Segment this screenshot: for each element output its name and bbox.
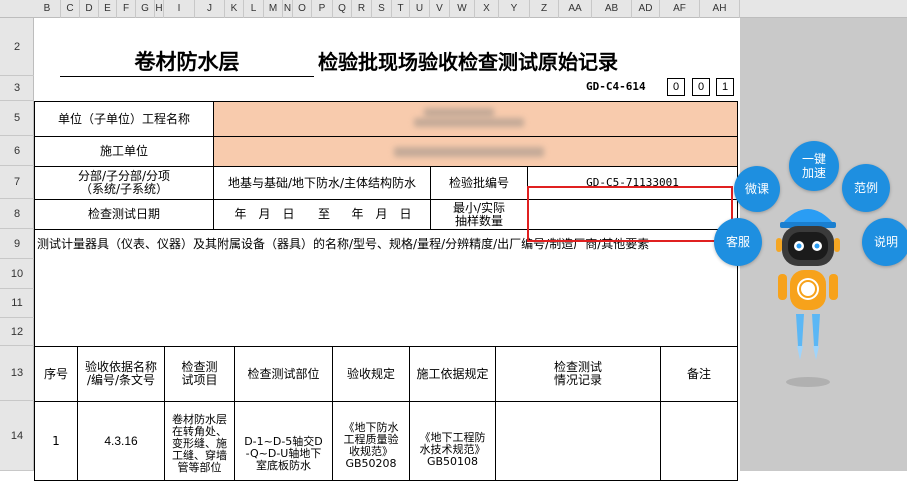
header-acceptance: 验收规定 bbox=[332, 346, 410, 402]
fanli-button[interactable]: 范例 bbox=[842, 164, 890, 212]
column-header-cell[interactable]: C bbox=[61, 0, 80, 18]
robot-mascot-icon[interactable] bbox=[768, 196, 848, 396]
row1-location[interactable]: D-1~D-5轴交D -Q~D-U轴地下 室底板防水 bbox=[234, 401, 333, 481]
column-header-cell[interactable]: Y bbox=[499, 0, 530, 18]
date-to[interactable]: 年 月 日 bbox=[333, 199, 431, 230]
column-header-cell[interactable]: S bbox=[372, 0, 392, 18]
jiasu-button[interactable]: 一键 加速 bbox=[789, 141, 839, 191]
row-header-cell[interactable]: 12 bbox=[0, 318, 34, 346]
page-title-right: 检验批现场验收检查测试原始记录 bbox=[318, 50, 618, 74]
unit-project-value[interactable] bbox=[213, 101, 738, 137]
unit-project-label: 单位（子单位）工程名称 bbox=[34, 101, 214, 137]
column-header-cell[interactable]: R bbox=[352, 0, 372, 18]
form-code-digit-3[interactable]: 1 bbox=[716, 78, 734, 96]
column-header-cell[interactable]: X bbox=[475, 0, 499, 18]
column-header-cell[interactable]: U bbox=[410, 0, 430, 18]
column-header-cell[interactable]: V bbox=[430, 0, 450, 18]
date-from[interactable]: 年 月 日 bbox=[213, 199, 315, 230]
header-check-item: 检查测 试项目 bbox=[164, 346, 235, 402]
header-basis-name: 验收依据名称 /编号/条文号 bbox=[77, 346, 165, 402]
column-header-cell[interactable]: O bbox=[293, 0, 312, 18]
column-header-cell[interactable]: B bbox=[34, 0, 61, 18]
redacted-text bbox=[414, 118, 524, 127]
column-header-cell[interactable]: F bbox=[117, 0, 136, 18]
column-header-cell[interactable]: W bbox=[450, 0, 475, 18]
construction-unit-label: 施工单位 bbox=[34, 136, 214, 167]
instrument-description[interactable]: 测试计量器具（仪表、仪器）及其附属设备（器具）的名称/型号、规格/量程/分辨精度… bbox=[34, 229, 738, 347]
date-label: 检查测试日期 bbox=[34, 199, 214, 230]
column-header-cell[interactable]: P bbox=[312, 0, 333, 18]
row1-record[interactable] bbox=[495, 401, 661, 481]
row-header-bar: 2 3 5 6 7 8 9 10 11 12 13 14 bbox=[0, 18, 34, 471]
title-underline bbox=[60, 76, 314, 77]
column-header-cell[interactable]: AD bbox=[632, 0, 660, 18]
column-header-cell[interactable]: M bbox=[264, 0, 283, 18]
date-to-label: 至 bbox=[314, 199, 334, 230]
form-code-digit-1[interactable]: 0 bbox=[667, 78, 685, 96]
column-header-cell[interactable]: AF bbox=[660, 0, 700, 18]
column-header-bar: B C D E F G H I J K L M N O P Q R S T U V W X Y Z AA AB AD AF AH bbox=[0, 0, 907, 18]
header-location: 检查测试部位 bbox=[234, 346, 333, 402]
header-seq: 序号 bbox=[34, 346, 78, 402]
row-header-cell[interactable]: 8 bbox=[0, 199, 34, 229]
redacted-text bbox=[394, 147, 544, 157]
row-header-cell[interactable]: 7 bbox=[0, 166, 34, 199]
row-header-cell[interactable]: 13 bbox=[0, 346, 34, 401]
column-header-cell[interactable]: E bbox=[99, 0, 117, 18]
redacted-text bbox=[424, 108, 494, 117]
row-header-cell[interactable]: 6 bbox=[0, 136, 34, 166]
row-header-cell[interactable]: 9 bbox=[0, 229, 34, 259]
column-header-cell[interactable]: G bbox=[136, 0, 155, 18]
column-header-cell[interactable]: AH bbox=[700, 0, 740, 18]
header-remark: 备注 bbox=[660, 346, 738, 402]
selection-highlight bbox=[527, 186, 733, 242]
column-header-cell[interactable]: J bbox=[195, 0, 225, 18]
row-header-cell[interactable]: 14 bbox=[0, 401, 34, 471]
header-record: 检查测试 情况记录 bbox=[495, 346, 661, 402]
division-value[interactable]: 地基与基础/地下防水/主体结构防水 bbox=[213, 166, 431, 200]
column-header-cell[interactable]: K bbox=[225, 0, 244, 18]
shuoming-button[interactable]: 说明 bbox=[862, 218, 907, 266]
row-header-cell[interactable]: 2 bbox=[0, 18, 34, 76]
row1-clause[interactable]: 4.3.16 bbox=[77, 401, 165, 481]
row-header-cell[interactable]: 11 bbox=[0, 289, 34, 318]
row1-remark[interactable] bbox=[660, 401, 738, 481]
form-code-digit-2[interactable]: 0 bbox=[692, 78, 710, 96]
column-header-cell[interactable]: AA bbox=[559, 0, 592, 18]
row-header-cell[interactable]: 10 bbox=[0, 259, 34, 289]
kefu-button[interactable]: 客服 bbox=[714, 218, 762, 266]
row1-acceptance[interactable]: 《地下防水 工程质量验 收规范》 GB50208 bbox=[332, 401, 410, 481]
column-header-cell[interactable]: D bbox=[80, 0, 99, 18]
row1-construction-basis[interactable]: 《地下工程防 水技术规范》 GB50108 bbox=[409, 401, 496, 481]
page-title-left: 卷材防水层 bbox=[134, 50, 240, 74]
column-header-cell[interactable]: N bbox=[283, 0, 293, 18]
row-header-cell[interactable]: 3 bbox=[0, 76, 34, 101]
row-header-cell[interactable]: 5 bbox=[0, 101, 34, 136]
sample-label: 最小/实际 抽样数量 bbox=[430, 199, 528, 230]
column-header-cell[interactable]: Q bbox=[333, 0, 352, 18]
row1-seq[interactable]: 1 bbox=[34, 401, 78, 481]
batch-no-label: 检验批编号 bbox=[430, 166, 528, 200]
column-header-cell[interactable]: AB bbox=[592, 0, 632, 18]
column-header-cell[interactable]: H bbox=[155, 0, 164, 18]
column-header-cell[interactable]: I bbox=[164, 0, 195, 18]
division-label: 分部/子分部/分项 （系统/子系统） bbox=[34, 166, 214, 200]
form-code-label: GD-C4-614 bbox=[586, 80, 646, 93]
header-construction-basis: 施工依据规定 bbox=[409, 346, 496, 402]
row1-item[interactable]: 卷材防水层 在转角处、 变形缝、施 工缝、穿墙 管等部位 bbox=[164, 401, 235, 481]
column-header-cell[interactable]: L bbox=[244, 0, 264, 18]
column-header-cell[interactable]: T bbox=[392, 0, 410, 18]
column-header-cell[interactable]: Z bbox=[530, 0, 559, 18]
construction-unit-value[interactable] bbox=[213, 136, 738, 167]
